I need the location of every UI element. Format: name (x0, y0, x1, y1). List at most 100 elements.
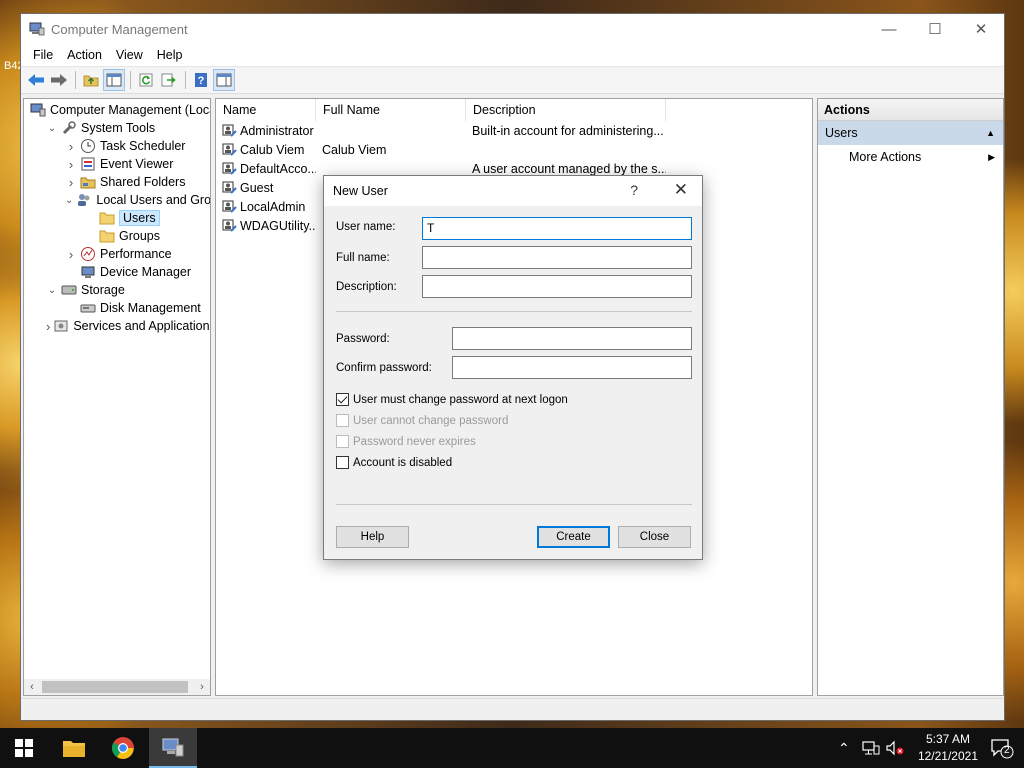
notification-count-badge: 2 (1004, 745, 1010, 756)
menu-view[interactable]: View (109, 48, 150, 62)
expand-chevron-right-icon[interactable]: › (65, 157, 77, 172)
expand-chevron-down-icon[interactable]: ⌄ (46, 284, 58, 296)
close-dialog-button[interactable]: Close (618, 526, 691, 548)
more-actions-label: More Actions (849, 150, 922, 164)
toolbar-separator (75, 71, 76, 89)
menu-file[interactable]: File (26, 48, 60, 62)
password-input[interactable] (452, 327, 692, 350)
column-header-name[interactable]: Name (216, 99, 316, 121)
refresh-icon[interactable] (135, 69, 157, 91)
tree-item[interactable]: ⌄ Local Users and Groups (24, 191, 210, 209)
user-name-cell: Calub Viem (240, 142, 305, 157)
checkbox-checked-icon[interactable] (336, 393, 349, 406)
folder-icon (99, 210, 115, 226)
window-title: Computer Management (51, 21, 188, 37)
tree-item[interactable]: › Services and Applications (24, 317, 210, 335)
close-button[interactable]: ✕ (958, 14, 1004, 44)
tree-item[interactable]: Device Manager (24, 263, 210, 281)
description-input[interactable] (422, 275, 692, 298)
show-hide-action-pane-icon[interactable] (213, 69, 235, 91)
volume-muted-icon[interactable] (885, 728, 905, 768)
create-button[interactable]: Create (537, 526, 610, 548)
folder-icon (99, 228, 115, 244)
user-name-cell: LocalAdmin (240, 199, 306, 214)
tree-item[interactable]: › Performance (24, 245, 210, 263)
expander-placeholder (84, 212, 96, 224)
tree-item[interactable]: › Task Scheduler (24, 137, 210, 155)
expand-chevron-right-icon[interactable]: › (46, 319, 50, 334)
tree-item[interactable]: Computer Management (Local (24, 101, 210, 119)
confirm-password-input[interactable] (452, 356, 692, 379)
console-tree[interactable]: Computer Management (Local ⌄ System Tools ›… (23, 98, 211, 696)
action-center-icon[interactable]: 2 (990, 737, 1014, 762)
expand-chevron-right-icon[interactable]: › (65, 139, 77, 154)
clock-icon (80, 138, 96, 154)
username-label: User name: (336, 221, 396, 233)
title-bar[interactable]: Computer Management — ☐ ✕ (21, 14, 1004, 44)
back-arrow-icon[interactable] (25, 69, 47, 91)
fullname-input[interactable] (422, 246, 692, 269)
column-header-description[interactable]: Description (466, 99, 666, 121)
user-account-icon (222, 123, 237, 138)
forward-arrow-icon[interactable] (48, 69, 70, 91)
checkbox-password-never-expires: Password never expires (336, 435, 476, 448)
user-name-cell: Administrator (240, 123, 314, 138)
tree-item-label: Shared Folders (100, 175, 186, 189)
start-windows-icon[interactable] (0, 728, 48, 768)
expand-chevron-down-icon[interactable]: ⌄ (46, 122, 58, 134)
scroll-left-icon[interactable]: ‹ (24, 681, 40, 693)
file-explorer-icon[interactable] (50, 728, 98, 768)
menu-action[interactable]: Action (60, 48, 109, 62)
tree-item[interactable]: ⌄ System Tools (24, 119, 210, 137)
scrollbar-thumb[interactable] (42, 681, 188, 693)
chrome-icon[interactable] (99, 728, 147, 768)
expand-chevron-right-icon[interactable]: › (65, 175, 77, 190)
user-list-row[interactable]: Administrator Built-in account for admini… (216, 121, 812, 140)
device-manager-icon (80, 264, 96, 280)
scroll-right-icon[interactable]: › (194, 681, 210, 693)
tree-item[interactable]: › Shared Folders (24, 173, 210, 191)
more-actions-item[interactable]: More Actions ▶ (818, 145, 1003, 169)
tree-item-label: Services and Applications (73, 319, 211, 333)
tree-item[interactable]: ⌄ Storage (24, 281, 210, 299)
description-label: Description: (336, 281, 397, 293)
tree-horizontal-scrollbar[interactable]: ‹ › (24, 679, 210, 695)
computer-management-taskbar-icon[interactable] (149, 728, 197, 768)
column-header-full-name[interactable]: Full Name (316, 99, 466, 121)
description-cell: Built-in account for administering... (472, 123, 664, 138)
collapse-up-icon[interactable]: ▲ (986, 121, 995, 145)
tree-item-label: Storage (81, 283, 125, 297)
checkbox-must-change-password[interactable]: User must change password at next logon (336, 393, 568, 406)
help-button[interactable]: Help (336, 526, 409, 548)
dialog-help-icon[interactable]: ? (630, 182, 638, 198)
maximize-button[interactable]: ☐ (912, 14, 958, 44)
dialog-close-icon[interactable]: ✕ (674, 180, 688, 200)
user-account-icon (222, 142, 237, 157)
network-icon[interactable] (862, 728, 880, 768)
expand-chevron-down-icon[interactable]: ⌄ (65, 194, 73, 206)
expand-chevron-right-icon[interactable]: › (65, 247, 77, 262)
user-list-row[interactable]: Calub Viem Calub Viem (216, 140, 812, 159)
tree-item[interactable]: › Event Viewer (24, 155, 210, 173)
minimize-button[interactable]: — (866, 14, 912, 44)
clock-time: 5:37 AM (925, 732, 970, 746)
up-folder-icon[interactable] (80, 69, 102, 91)
checkbox-unchecked-icon[interactable] (336, 456, 349, 469)
user-account-icon (222, 218, 237, 233)
show-hidden-icons-chevron[interactable]: ⌃ (838, 728, 850, 768)
show-hide-console-tree-icon[interactable] (103, 69, 125, 91)
menu-help[interactable]: Help (150, 48, 190, 62)
password-label: Password: (336, 333, 390, 345)
dialog-title-bar[interactable]: New User ? ✕ (324, 176, 702, 206)
username-input[interactable]: T (422, 217, 692, 240)
tree-item[interactable]: Groups (24, 227, 210, 245)
checkbox-account-disabled[interactable]: Account is disabled (336, 456, 452, 469)
user-name-cell: DefaultAcco... (240, 161, 316, 176)
divider (336, 311, 692, 312)
help-icon[interactable]: ? (190, 69, 212, 91)
actions-section-users[interactable]: Users ▲ (818, 121, 1003, 145)
export-list-icon[interactable] (158, 69, 180, 91)
system-clock[interactable]: 5:37 AM 12/21/2021 (918, 731, 978, 765)
tree-item[interactable]: Users (24, 209, 210, 227)
tree-item[interactable]: Disk Management (24, 299, 210, 317)
